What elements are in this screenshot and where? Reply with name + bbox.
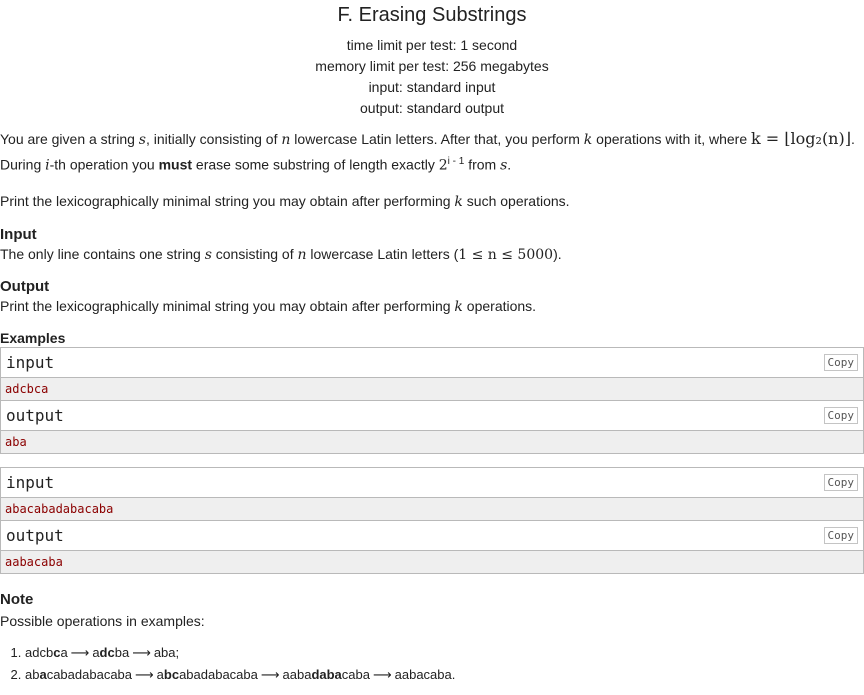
erased-substring: daba [311, 666, 342, 682]
text: caba [341, 666, 370, 682]
copy-button[interactable]: Copy [823, 353, 858, 371]
input-section-text: The only line contains one string s cons… [0, 243, 864, 266]
input-section: Input The only line contains one string … [0, 225, 864, 266]
output-section-title: Output [0, 277, 50, 295]
example-2-input-header: input Copy [1, 467, 863, 498]
erased-substring: a [39, 666, 47, 682]
problem-header: F. Erasing Substrings time limit per tes… [0, 3, 864, 119]
formula-k: k = ⌊log₂(n)⌋ [751, 129, 851, 148]
text: adcb [25, 644, 54, 660]
text: . [507, 156, 512, 173]
example-2-output-header: output Copy [1, 520, 863, 551]
problem-title: F. Erasing Substrings [337, 4, 527, 26]
text: a [60, 644, 68, 660]
text: consisting of [211, 245, 298, 262]
output-spec: output: standard output [360, 100, 504, 116]
text: operations. [462, 297, 537, 314]
problem-statement: You are given a string s, initially cons… [0, 128, 864, 213]
copy-button[interactable]: Copy [823, 473, 858, 491]
text: Print the lexicographically minimal stri… [0, 297, 455, 314]
text: aabacaba. [394, 666, 456, 682]
var-k: k [454, 193, 463, 210]
output-section-text: Print the lexicographically minimal stri… [0, 295, 864, 318]
text: lowercase Latin letters ( [306, 245, 459, 262]
output-section: Output Print the lexicographically minim… [0, 277, 864, 318]
example-2-output-data: aabacaba [1, 550, 863, 573]
note-item-2: abacabadabacaba⟶abcabadabacaba⟶aabadabac… [25, 664, 864, 686]
text: cabadabacaba [46, 666, 133, 682]
text: operations with it, where [592, 131, 752, 147]
arrow-icon: ⟶ [70, 645, 90, 661]
note-title: Note [0, 590, 34, 608]
arrow-icon: ⟶ [260, 667, 280, 683]
example-1-input-header: input Copy [1, 347, 863, 378]
example-2: input Copy abacabadabacaba output Copy a… [0, 466, 864, 574]
constraint: 1 ≤ n ≤ 5000 [458, 246, 554, 263]
pow-base: 2 [438, 157, 448, 174]
text: lowercase Latin letters. After that, you… [290, 131, 584, 147]
arrow-icon: ⟶ [135, 667, 154, 683]
text: such operations. [462, 192, 570, 209]
note-item-1: adcbca⟶adcba⟶aba; [25, 642, 864, 664]
text: a [92, 644, 100, 660]
statement-line-3: Print the lexicographically minimal stri… [0, 190, 864, 213]
text: aba; [153, 644, 180, 660]
example-2-input-data: abacabadabacaba [1, 497, 863, 521]
text: erase some substring of length exactly [192, 156, 439, 173]
example-1-output-data: aba [1, 430, 863, 453]
var-n: n [297, 246, 307, 263]
text: ). [553, 245, 562, 262]
example-1-input-data: adcbca [1, 377, 863, 401]
input-label: input [6, 352, 55, 372]
note-section: Note Possible operations in examples: ad… [0, 590, 864, 686]
must-emphasis: must [158, 156, 193, 173]
arrow-icon: ⟶ [372, 667, 392, 683]
input-label: input [6, 472, 55, 492]
example-1-output-header: output Copy [1, 400, 863, 431]
memory-limit: memory limit per test: 256 megabytes [315, 58, 549, 74]
var-s: s [204, 246, 212, 263]
var-k: k [583, 132, 593, 148]
text: . [850, 131, 855, 147]
example-1: input Copy adcbca output Copy aba [0, 346, 864, 454]
text: a [156, 666, 164, 682]
copy-button[interactable]: Copy [823, 406, 858, 424]
text: You are given a string [0, 131, 139, 147]
note-intro: Possible operations in examples: [0, 612, 205, 629]
time-limit: time limit per test: 1 second [346, 37, 518, 53]
statement-line-1: You are given a string s, initially cons… [0, 128, 864, 151]
limits-block: time limit per test: 1 second memory lim… [0, 35, 864, 119]
text: During [0, 156, 46, 173]
text: Print the lexicographically minimal stri… [0, 192, 455, 209]
copy-button[interactable]: Copy [823, 526, 858, 544]
text: ba [114, 644, 130, 660]
text: abadabacaba [179, 666, 258, 682]
text: from [464, 156, 501, 173]
output-label: output [6, 525, 64, 545]
output-label: output [6, 405, 64, 425]
text: -th operation you [49, 156, 159, 173]
var-s: s [138, 132, 146, 148]
text: The only line contains one string [0, 245, 205, 262]
text: ab [25, 666, 40, 682]
pow-exponent: i - 1 [447, 156, 465, 167]
input-spec: input: standard input [368, 79, 496, 95]
arrow-icon: ⟶ [132, 645, 151, 661]
input-section-title: Input [0, 225, 37, 243]
var-k: k [454, 298, 463, 315]
erased-substring: bc [163, 666, 180, 682]
examples-title: Examples [0, 329, 66, 346]
text: , initially consisting of [145, 131, 282, 147]
text: aaba [282, 666, 312, 682]
note-list: adcbca⟶adcba⟶aba; abacabadabacaba⟶abcaba… [0, 642, 864, 686]
erased-substring: dc [99, 644, 115, 660]
examples-section: Examples input Copy adcbca output Copy a… [0, 329, 864, 574]
statement-line-2: During i-th operation you must erase som… [0, 151, 864, 177]
